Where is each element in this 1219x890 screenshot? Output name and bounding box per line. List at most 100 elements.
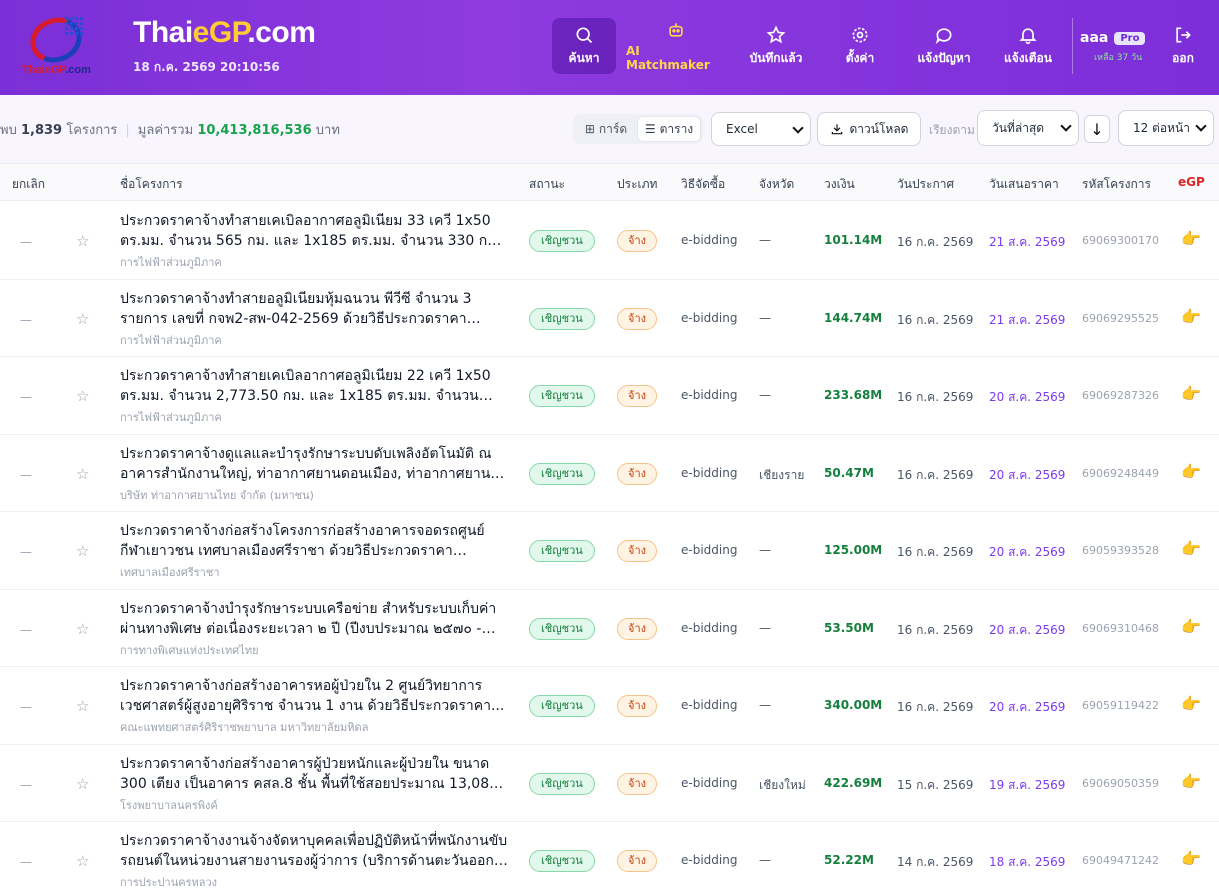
announce-date-cell: 16 ก.ค. 2569: [897, 467, 974, 482]
star-icon[interactable]: ☆: [76, 542, 89, 560]
gear-icon: [852, 27, 868, 42]
hand-pointer-icon[interactable]: 👉: [1181, 307, 1201, 326]
method-cell: e-bidding: [681, 853, 738, 867]
per-page-select[interactable]: 12 ต่อหน้า: [1118, 110, 1214, 146]
budget-cell: 53.50M: [824, 620, 874, 635]
star-icon[interactable]: ☆: [76, 775, 89, 793]
star-icon[interactable]: ☆: [76, 465, 89, 483]
table-row[interactable]: — ☆ ประกวดราคาจ้างก่อสร้างอาคารหอผู้ป่วยใน…: [0, 667, 1219, 745]
nav-report-issue[interactable]: แจ้งปัญหา: [909, 18, 979, 74]
robot-icon: [669, 23, 683, 37]
table-row[interactable]: — ☆ ประกวดราคาจ้างดูแลและบำรุงรักษาระบบดับ…: [0, 434, 1219, 512]
site-logo[interactable]: ThaieGP.com: [18, 10, 100, 80]
table-row[interactable]: — ☆ ประกวดราคาจ้างก่อสร้างโครงการก่อสร้างอ…: [0, 512, 1219, 590]
col-project-name[interactable]: ชื่อโครงการ: [120, 175, 183, 194]
hand-pointer-icon[interactable]: 👉: [1181, 694, 1201, 713]
project-title[interactable]: ประกวดราคาจ้างบำรุงรักษาระบบเครือข่าย สำ…: [120, 599, 508, 639]
project-code-cell: 69069300170: [1082, 234, 1159, 247]
nav-ai-label: AI Matchmaker: [626, 44, 710, 72]
province-cell: เชียงใหม่: [759, 777, 806, 792]
star-icon[interactable]: ☆: [76, 232, 89, 250]
project-title[interactable]: ประกวดราคาจ้างทำสายเคเบิลอากาศอลูมิเนียม…: [120, 366, 508, 406]
project-title[interactable]: ประกวดราคาจ้างทำสายเคเบิลอากาศอลูมิเนียม…: [120, 211, 508, 251]
col-bid-date[interactable]: วันเสนอราคา: [989, 175, 1059, 194]
nav-divider: [1072, 18, 1073, 74]
sort-direction-button[interactable]: ↓: [1084, 115, 1110, 143]
col-status[interactable]: สถานะ: [529, 175, 565, 194]
col-method[interactable]: วิธีจัดซื้อ: [681, 175, 725, 194]
table-row[interactable]: — ☆ ประกวดราคาจ้างบำรุงรักษาระบบเครือข่าย …: [0, 589, 1219, 667]
logout-button[interactable]: ออก: [1160, 18, 1206, 74]
project-title[interactable]: ประกวดราคาจ้างก่อสร้างโครงการก่อสร้างอาค…: [120, 521, 508, 561]
project-agency: การไฟฟ้าส่วนภูมิภาค: [120, 333, 222, 347]
project-title[interactable]: ประกวดราคาจ้างก่อสร้างอาคารหอผู้ป่วยใน 2…: [120, 676, 508, 716]
star-icon[interactable]: ☆: [76, 852, 89, 870]
user-menu[interactable]: aaa Pro เหลือ 37 วัน: [1080, 30, 1150, 64]
nav-report-label: แจ้งปัญหา: [917, 50, 971, 65]
project-agency: การไฟฟ้าส่วนภูมิภาค: [120, 411, 222, 424]
nav-saved[interactable]: บันทึกแล้ว: [744, 18, 808, 74]
cancel-cell: —: [20, 467, 32, 482]
nav-notifications[interactable]: แจ้งเตือน: [996, 18, 1060, 74]
col-egp[interactable]: eGP: [1178, 175, 1205, 189]
hand-pointer-icon[interactable]: 👉: [1181, 772, 1201, 791]
table-row[interactable]: — ☆ ประกวดราคาจ้างก่อสร้างอาคารผู้ป่วยหนัก…: [0, 744, 1219, 822]
star-icon[interactable]: ☆: [76, 697, 89, 715]
export-format-select[interactable]: Excel: [711, 112, 811, 146]
project-title[interactable]: ประกวดราคาจ้างก่อสร้างอาคารผู้ป่วยหนักแล…: [120, 754, 508, 794]
hand-pointer-icon[interactable]: 👉: [1181, 849, 1201, 868]
table-row[interactable]: — ☆ ประกวดราคาจ้างทำสายเคเบิลอากาศอลูมิเนี…: [0, 202, 1219, 280]
bid-date-cell: 20 ส.ค. 2569: [989, 467, 1066, 482]
days-left: เหลือ 37 วัน: [1094, 53, 1143, 63]
project-title[interactable]: ประกวดราคาจ้างดูแลและบำรุงรักษาระบบดับเพ…: [120, 444, 508, 484]
col-project-code[interactable]: รหัสโครงการ: [1082, 175, 1151, 194]
type-badge: จ้าง: [617, 230, 657, 252]
star-icon[interactable]: ☆: [76, 620, 89, 638]
download-icon: [831, 124, 842, 135]
bid-date-cell: 18 ส.ค. 2569: [989, 855, 1066, 869]
star-icon[interactable]: ☆: [76, 387, 89, 405]
method-cell: e-bidding: [681, 620, 738, 635]
sort-select[interactable]: วันที่ล่าสุด: [977, 110, 1079, 146]
nav-ai-matchmaker[interactable]: AI Matchmaker: [626, 18, 726, 74]
arrow-down-icon: ↓: [1090, 119, 1104, 139]
download-button[interactable]: ดาวน์โหลด: [817, 112, 921, 146]
nav-search[interactable]: ค้นหา: [552, 18, 616, 74]
col-type[interactable]: ประเภท: [617, 175, 657, 194]
bid-date-cell: 21 ส.ค. 2569: [989, 312, 1066, 327]
cancel-cell: —: [20, 312, 32, 327]
hand-pointer-icon[interactable]: 👉: [1181, 229, 1201, 248]
col-budget[interactable]: วงเงิน: [824, 175, 855, 194]
table-row[interactable]: — ☆ ประกวดราคาจ้างทำสายอลูมิเนียมหุ้มฉนวน …: [0, 279, 1219, 357]
announce-date-cell: 16 ก.ค. 2569: [897, 312, 974, 327]
method-cell: e-bidding: [681, 388, 738, 402]
hand-pointer-icon[interactable]: 👉: [1181, 384, 1201, 403]
col-cancel[interactable]: ยกเลิก: [12, 175, 45, 194]
cancel-cell: —: [20, 622, 32, 637]
hand-pointer-icon[interactable]: 👉: [1181, 617, 1201, 636]
hand-pointer-icon[interactable]: 👉: [1181, 462, 1201, 481]
type-badge: จ้าง: [617, 617, 657, 640]
star-icon[interactable]: ☆: [76, 310, 89, 328]
province-cell: เชียงราย: [759, 467, 805, 482]
chat-icon: [935, 27, 952, 44]
view-card-button[interactable]: ⊞ การ์ด: [577, 116, 635, 142]
method-cell: e-bidding: [681, 698, 738, 712]
table-row[interactable]: — ☆ ประกวดราคาจ้างงานจ้างจัดหาบุคคลเพื่อปฏ…: [0, 822, 1219, 890]
province-cell: —: [759, 233, 771, 247]
project-code-cell: 69049471242: [1082, 854, 1159, 867]
hand-pointer-icon[interactable]: 👉: [1181, 539, 1201, 558]
project-title[interactable]: ประกวดราคาจ้างทำสายอลูมิเนียมหุ้มฉนวน พี…: [120, 289, 508, 329]
province-cell: —: [759, 388, 771, 402]
cancel-cell: —: [20, 235, 32, 249]
view-table-button[interactable]: ☰ ตาราง: [637, 116, 701, 142]
col-announce-date[interactable]: วันประกาศ: [897, 175, 954, 194]
project-code-cell: 69069295525: [1082, 311, 1159, 325]
logout-label: ออก: [1172, 50, 1194, 65]
cancel-cell: —: [20, 777, 32, 792]
nav-settings[interactable]: ตั้งค่า: [828, 18, 892, 74]
logout-icon: [1176, 27, 1191, 42]
table-row[interactable]: — ☆ ประกวดราคาจ้างทำสายเคเบิลอากาศอลูมิเนี…: [0, 357, 1219, 435]
col-province[interactable]: จังหวัด: [759, 175, 794, 194]
project-title[interactable]: ประกวดราคาจ้างงานจ้างจัดหาบุคคลเพื่อปฏิบ…: [120, 831, 508, 871]
